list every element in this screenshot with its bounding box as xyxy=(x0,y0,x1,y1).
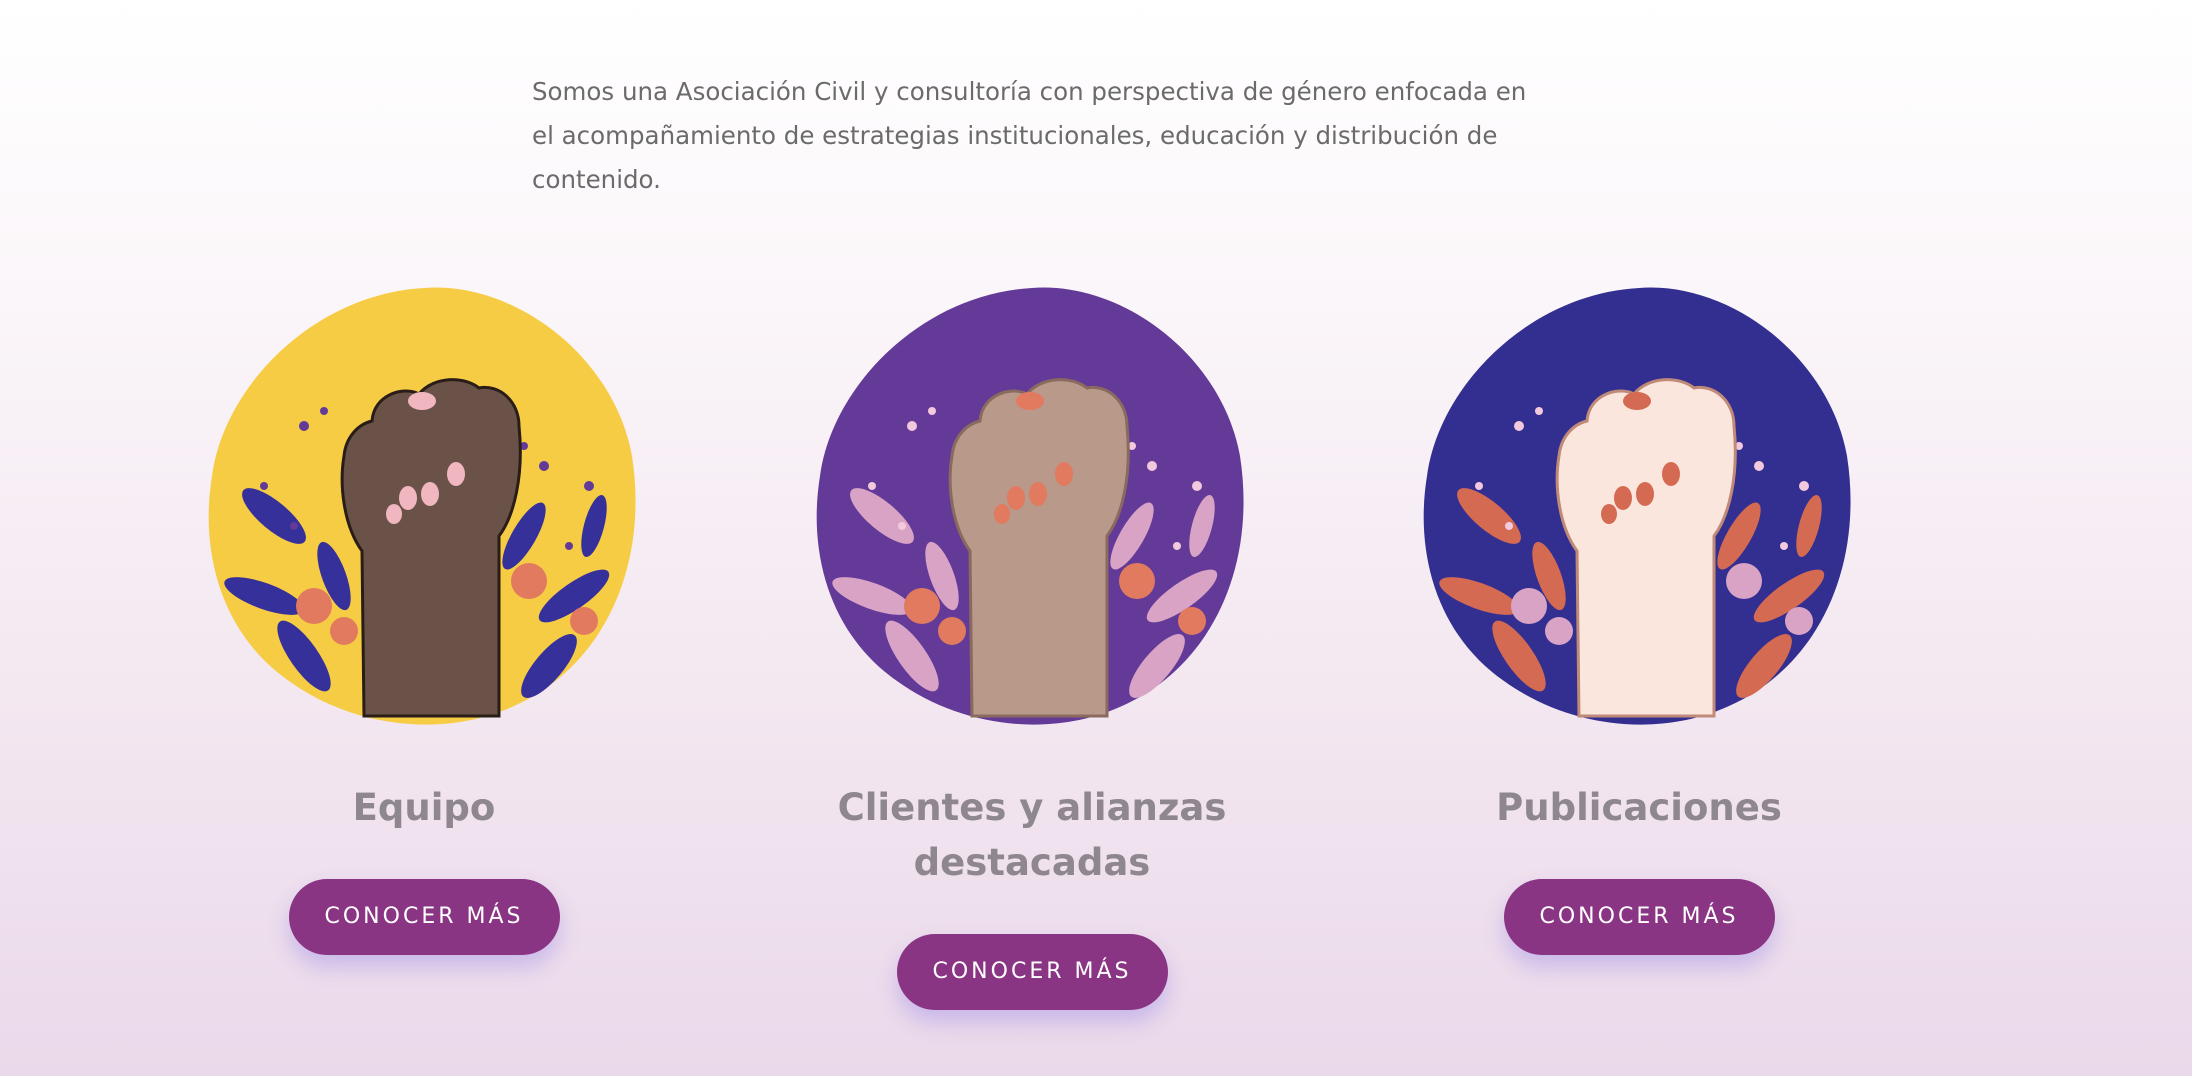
card-title: Equipo xyxy=(352,786,496,829)
raised-fist-illustration xyxy=(816,287,1244,725)
conocer-mas-button[interactable]: CONOCER MÁS xyxy=(288,879,560,955)
card-title: Publicaciones xyxy=(1496,786,1782,829)
card-equipo: Equipo CONOCER MÁS xyxy=(124,276,724,955)
conocer-mas-button[interactable]: CONOCER MÁS xyxy=(1503,879,1775,955)
intro-paragraph: Somos una Asociación Civil y consultoría… xyxy=(532,77,1527,194)
fist-shape xyxy=(948,378,1130,718)
raised-fist-illustration xyxy=(208,287,636,725)
card-title: Clientes y alianzas destacadas xyxy=(837,786,1227,884)
fist-shape xyxy=(340,378,522,718)
card-clientes: Clientes y alianzas destacadas CONOCER M… xyxy=(732,276,1332,1010)
conocer-mas-button[interactable]: CONOCER MÁS xyxy=(896,934,1168,1010)
fist-shape xyxy=(1555,378,1737,718)
card-publicaciones: Publicaciones CONOCER MÁS xyxy=(1339,276,1939,955)
raised-fist-illustration xyxy=(1423,287,1851,725)
